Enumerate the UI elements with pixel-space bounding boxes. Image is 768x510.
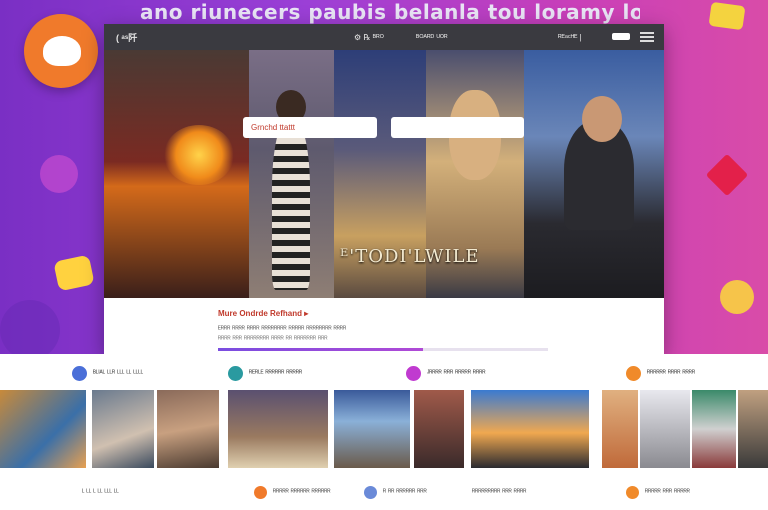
footer-dot-icon [364, 485, 377, 499]
decor-shape [0, 300, 60, 360]
footer-item[interactable]: ᴿᴿᴿᴿᴿ ᴿᴿᴿ ᴿᴿᴿᴿᴿ [626, 484, 690, 500]
footer-item[interactable]: ᴿᴿᴿᴿᴿᴿᴿᴿᴿ ᴿᴿᴿ ᴿᴿᴿᴿ [472, 484, 526, 500]
decor-shape [708, 1, 746, 31]
strip-title[interactable]: Mure Ondrde Refhand ▸ [218, 309, 308, 318]
footer-item[interactable]: ᴿ ᴿᴿ ᴿᴿᴿᴿᴿᴿ ᴿᴿᴿ [364, 484, 427, 500]
search-input-secondary[interactable] [391, 117, 524, 138]
category-label: ᴿᴱᴿᴸᴱ ᴿᴿᴿᴿᴿᴿ ᴿᴿᴿᴿᴿ [249, 369, 303, 377]
gallery-thumbnail[interactable] [602, 390, 638, 468]
toggle-pill[interactable] [612, 33, 630, 40]
gallery-thumbnail[interactable] [414, 390, 464, 468]
app-logo-icon[interactable] [24, 14, 98, 88]
footer-dot-icon [626, 485, 639, 499]
nav-item-3[interactable]: ᴿᴱᵃᶜᴴᴱ | [558, 33, 582, 42]
nav-item-1[interactable]: ⚙ ℞ ᴮᴿᴼ [354, 33, 384, 42]
banner-title: ano riunecers paubis belanla tou loramy … [140, 0, 640, 24]
gallery-thumbnail[interactable] [738, 390, 768, 468]
info-strip: Mure Ondrde Refhand ▸ ᴱᴿᴿᴿ ᴿᴿᴿᴿ ᴿᴿᴿᴿ ᴿᴿᴿ… [104, 298, 664, 354]
category-dot-icon [228, 365, 243, 381]
decor-shape [705, 153, 749, 197]
category-label: ᴮᴸᴵᴬᴸ ᴸᴸᴿ ᴸᴸᴸ ᴸᴸ ᴸᴸᴸᴸ [93, 369, 144, 377]
category-label: ᴿᴿᴿᴿᴿᴿ ᴿᴿᴿᴿ ᴿᴿᴿᴿ [647, 369, 696, 377]
footer-label: ᴿᴿᴿᴿᴿᴿᴿᴿᴿ ᴿᴿᴿ ᴿᴿᴿᴿ [472, 488, 527, 496]
strip-line-2: ᴿᴿᴿᴿ ᴿᴿᴿ ᴿᴿᴿᴿᴿᴿᴿᴿ ᴿᴿᴿᴿ ᴿᴿ ᴿᴿᴿᴿᴿᴿᴿ ᴿᴿᴿ [218, 336, 328, 343]
hamburger-menu-icon[interactable] [640, 32, 654, 42]
gallery-thumbnail[interactable] [92, 390, 154, 468]
search-input-primary[interactable] [243, 117, 377, 138]
gallery-thumbnail[interactable] [471, 390, 589, 468]
footer-label: ᴿ ᴿᴿ ᴿᴿᴿᴿᴿᴿ ᴿᴿᴿ [383, 488, 427, 496]
fire-glow [164, 125, 234, 185]
footer-label: ᴸ ᴸᴸ ᴸ ᴸᴸ ᴸᴸᴸ ᴸᴸ [82, 488, 119, 496]
strip-line-1: ᴱᴿᴿᴿ ᴿᴿᴿᴿ ᴿᴿᴿᴿ ᴿᴿᴿᴿᴿᴿᴿᴿ ᴿᴿᴿᴿᴿ ᴿᴿᴿᴿᴿᴿᴿᴿ ᴿ… [218, 326, 347, 333]
category-item[interactable]: ᴿᴱᴿᴸᴱ ᴿᴿᴿᴿᴿᴿ ᴿᴿᴿᴿᴿ [228, 364, 302, 382]
decor-shape [53, 254, 95, 292]
category-dot-icon [72, 365, 87, 381]
gallery-thumbnail[interactable] [157, 390, 219, 468]
person-figure [272, 120, 310, 290]
footer-item[interactable]: ᴿᴿᴿᴿᴿ ᴿᴿᴿᴿᴿᴿ ᴿᴿᴿᴿᴿᴿ [254, 484, 331, 500]
category-item[interactable]: ᴶᴿᴿᴿᴿ ᴿᴿᴿ ᴿᴿᴿᴿᴿ ᴿᴿᴿᴿ [406, 364, 486, 382]
category-dot-icon [626, 365, 641, 381]
gallery-thumbnail[interactable] [0, 390, 86, 468]
hero-caption: ᴱ'TODI'LWILE [340, 246, 480, 267]
decor-shape [40, 155, 78, 193]
footer-label: ᴿᴿᴿᴿᴿ ᴿᴿᴿᴿᴿᴿ ᴿᴿᴿᴿᴿᴿ [273, 488, 331, 496]
person-head [582, 96, 622, 142]
progress-fill [218, 348, 423, 351]
gallery-thumbnail[interactable] [640, 390, 690, 468]
footer-item[interactable]: ᴸ ᴸᴸ ᴸ ᴸᴸ ᴸᴸᴸ ᴸᴸ [82, 484, 119, 500]
footer-label: ᴿᴿᴿᴿᴿ ᴿᴿᴿ ᴿᴿᴿᴿᴿ [645, 488, 690, 496]
app-window: ( ᵃˢ阡 ⚙ ℞ ᴮᴿᴼ ᴮᴼᴬᴿᴰ ᵁᴼᴿ ᴿᴱᵃᶜᴴᴱ | ᴱ'TODI'… [104, 24, 664, 354]
category-item[interactable]: ᴿᴿᴿᴿᴿᴿ ᴿᴿᴿᴿ ᴿᴿᴿᴿ [626, 364, 695, 382]
decor-shape [720, 280, 754, 314]
gallery-thumbnail[interactable] [228, 390, 328, 468]
category-label: ᴶᴿᴿᴿᴿ ᴿᴿᴿ ᴿᴿᴿᴿᴿ ᴿᴿᴿᴿ [427, 369, 486, 377]
category-item[interactable]: ᴮᴸᴵᴬᴸ ᴸᴸᴿ ᴸᴸᴸ ᴸᴸ ᴸᴸᴸᴸ [72, 364, 143, 382]
hero-collage: ᴱ'TODI'LWILE [104, 50, 664, 298]
window-toolbar: ( ᵃˢ阡 ⚙ ℞ ᴮᴿᴼ ᴮᴼᴬᴿᴰ ᵁᴼᴿ ᴿᴱᵃᶜᴴᴱ | [104, 24, 664, 50]
category-dot-icon [406, 365, 421, 381]
bottom-gallery: ᴮᴸᴵᴬᴸ ᴸᴸᴿ ᴸᴸᴸ ᴸᴸ ᴸᴸᴸᴸ ᴿᴱᴿᴸᴱ ᴿᴿᴿᴿᴿᴿ ᴿᴿᴿᴿᴿ… [0, 354, 768, 510]
nav-item-2[interactable]: ᴮᴼᴬᴿᴰ ᵁᴼᴿ [416, 33, 448, 42]
gallery-thumbnail[interactable] [692, 390, 736, 468]
window-brand[interactable]: ( ᵃˢ阡 [116, 31, 137, 44]
progress-bar [218, 348, 548, 351]
gallery-thumbnail[interactable] [334, 390, 410, 468]
footer-dot-icon [254, 485, 267, 499]
